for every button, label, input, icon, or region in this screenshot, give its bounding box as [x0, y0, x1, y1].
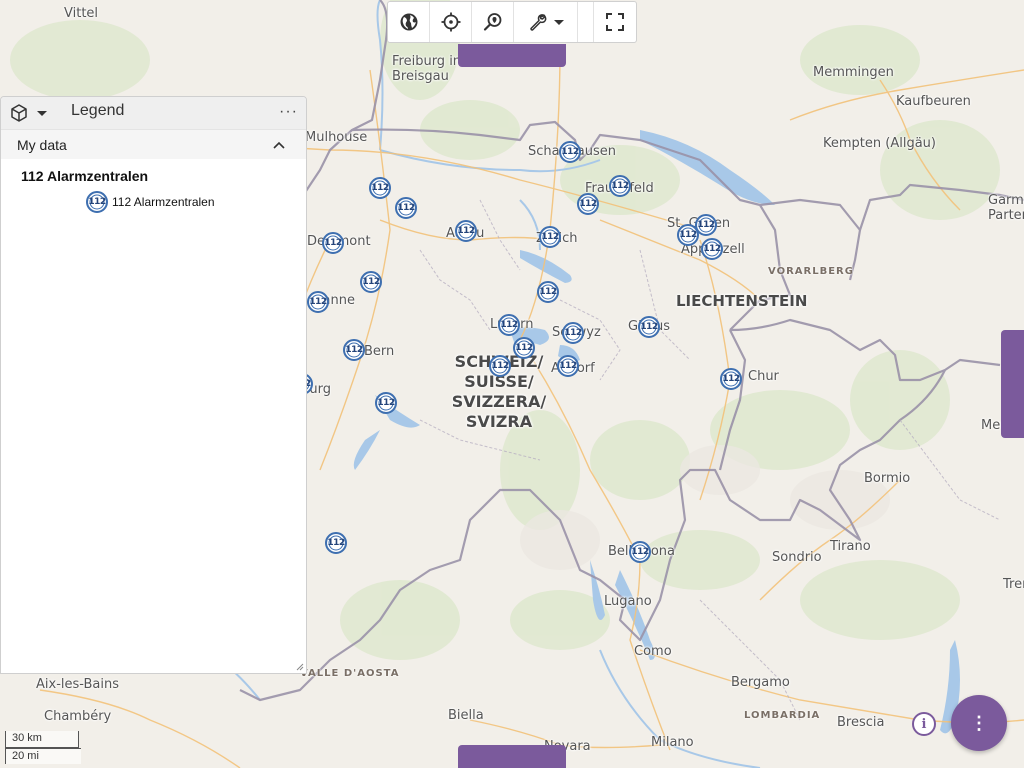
- alarm-center-marker[interactable]: 112: [498, 314, 520, 336]
- my-data-section-header[interactable]: My data: [1, 129, 306, 159]
- legend-item: 112 112 Alarmzentralen: [86, 191, 215, 213]
- panel-tab-top[interactable]: [458, 44, 566, 67]
- legend-more-button[interactable]: ···: [279, 103, 298, 121]
- toolbar-divider: [578, 2, 594, 42]
- place-label: Kaufbeuren: [896, 94, 971, 109]
- place-label: Milano: [651, 735, 694, 750]
- globe-icon: [400, 13, 417, 31]
- place-label: Biella: [448, 708, 484, 723]
- alarm-center-marker[interactable]: 112: [677, 224, 699, 246]
- layers-menu-caret[interactable]: [35, 106, 49, 120]
- panel-tab-right[interactable]: [1001, 330, 1024, 438]
- place-label: Kempten (Allgäu): [823, 136, 936, 151]
- legend-panel: Legend ··· My data 112 Alarmzentralen 11…: [0, 96, 307, 674]
- place-label: Como: [634, 644, 672, 659]
- region-label: LOMBARDIA: [744, 710, 821, 721]
- map-search-icon: [483, 13, 501, 31]
- menu-fab-button[interactable]: ⋮: [951, 695, 1007, 751]
- place-label: Mulhouse: [305, 130, 368, 145]
- place-label: Freiburg im Breisgau: [392, 54, 466, 84]
- scale-km: 30 km: [5, 731, 79, 748]
- region-label: VALLE D'AOSTA: [300, 668, 400, 679]
- place-label: Lugano: [604, 594, 652, 609]
- caret-down-icon: [37, 111, 47, 116]
- alarm-center-marker[interactable]: 112: [455, 220, 477, 242]
- search-location-button[interactable]: [472, 2, 514, 42]
- alarm-center-marker[interactable]: 112: [539, 226, 561, 248]
- place-label: Aix-les-Bains: [36, 677, 120, 692]
- alarm-center-marker[interactable]: 112: [325, 532, 347, 554]
- resize-handle-icon[interactable]: [296, 663, 304, 671]
- locate-button[interactable]: [430, 2, 472, 42]
- basemap-button[interactable]: [388, 2, 430, 42]
- alarm-center-marker[interactable]: 112: [369, 177, 391, 199]
- place-label: Chur: [748, 369, 779, 384]
- alarm-center-marker[interactable]: 112: [638, 316, 660, 338]
- info-button[interactable]: i: [912, 712, 936, 736]
- alarm-center-marker-icon: 112: [86, 191, 108, 213]
- alarm-center-marker[interactable]: 112: [720, 368, 742, 390]
- panel-tab-bottom[interactable]: [458, 745, 566, 768]
- alarm-center-marker[interactable]: 112: [322, 232, 344, 254]
- section-label: My data: [17, 136, 67, 153]
- place-label: Sondrio: [772, 550, 822, 565]
- alarm-center-marker[interactable]: 112: [537, 281, 559, 303]
- fullscreen-icon: [606, 13, 624, 31]
- place-label: Bormio: [864, 471, 911, 486]
- wrench-icon: [529, 14, 546, 31]
- alarm-center-marker[interactable]: 112: [609, 175, 631, 197]
- more-vertical-icon: ⋮: [970, 713, 988, 733]
- region-label: VORARLBERG: [768, 266, 854, 277]
- place-label: Bergamo: [731, 675, 790, 690]
- alarm-center-marker[interactable]: 112: [489, 355, 511, 377]
- alarm-center-marker[interactable]: 112: [577, 193, 599, 215]
- alarm-center-marker[interactable]: 112: [559, 141, 581, 163]
- legend-header: Legend ···: [1, 97, 306, 129]
- place-label: Trento: [1003, 578, 1024, 592]
- legend-item-label: 112 Alarmzentralen: [112, 195, 215, 209]
- map-toolbar: [387, 1, 637, 43]
- cube-icon: [11, 104, 27, 122]
- place-label: Garmisch-Partenkirchen: [988, 193, 1024, 223]
- chevron-up-icon[interactable]: [272, 138, 286, 152]
- alarm-center-marker[interactable]: 112: [562, 322, 584, 344]
- alarm-center-marker[interactable]: 112: [343, 339, 365, 361]
- alarm-center-marker[interactable]: 112: [375, 392, 397, 414]
- place-label: Chambéry: [44, 709, 112, 724]
- place-label: Vittel: [64, 6, 99, 21]
- alarm-center-marker[interactable]: 112: [360, 271, 382, 293]
- tools-menu-button[interactable]: [514, 2, 578, 42]
- alarm-center-marker[interactable]: 112: [395, 197, 417, 219]
- country-label-liechtenstein: LIECHTENSTEIN: [676, 292, 808, 310]
- fullscreen-button[interactable]: [594, 2, 636, 42]
- place-label: Bern: [364, 344, 395, 359]
- caret-down-icon: [553, 20, 564, 25]
- place-label: Brescia: [837, 715, 885, 730]
- scale-mi: 20 mi: [5, 748, 81, 764]
- alarm-center-marker[interactable]: 112: [513, 337, 535, 359]
- place-label: Memmingen: [813, 65, 894, 80]
- crosshair-icon: [441, 12, 460, 32]
- layer-title: 112 Alarmzentralen: [21, 168, 149, 184]
- alarm-center-marker[interactable]: 112: [307, 291, 329, 313]
- alarm-center-marker[interactable]: 112: [557, 355, 579, 377]
- alarm-center-marker[interactable]: 112: [701, 238, 723, 260]
- alarm-center-marker[interactable]: 112: [629, 541, 651, 563]
- legend-title: Legend: [71, 102, 125, 119]
- scale-bar: 30 km 20 mi: [5, 731, 81, 764]
- layers-menu-button[interactable]: [7, 101, 31, 125]
- place-label: Tirano: [830, 539, 871, 554]
